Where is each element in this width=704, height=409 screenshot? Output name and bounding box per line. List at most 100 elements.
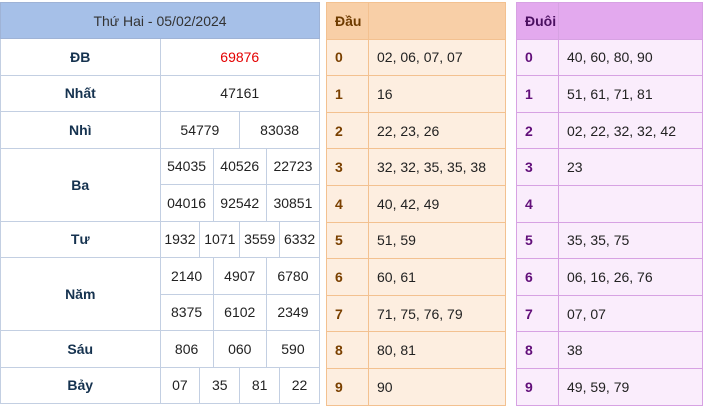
- head-digit-table: Đầu 0 02, 06, 07, 07 1 16 2 22, 23, 26 3 32, 32,…: [326, 2, 506, 406]
- dau-digit: 7: [326, 294, 369, 333]
- prize-number: 1932: [164, 231, 196, 248]
- prize-number: 2349: [265, 294, 319, 330]
- dau-digit: 2: [326, 111, 369, 150]
- prize-number: 40526: [212, 148, 266, 184]
- prize-row: Tư 1932 1071 3559 6332: [0, 220, 320, 258]
- prize-label: Sáu: [0, 330, 161, 368]
- dau-header-label: Đầu: [326, 2, 369, 40]
- prize-numbers: 1932 1071 3559 6332: [159, 220, 320, 258]
- prize-number: 22: [279, 367, 319, 403]
- prize-label: Ba: [0, 147, 161, 222]
- duoi-digit: 9: [516, 367, 559, 406]
- prize-number: 806: [174, 340, 199, 357]
- prize-number: 6332: [279, 221, 319, 257]
- duoi-row: 3 23: [516, 148, 703, 186]
- prize-label: Năm: [0, 257, 161, 331]
- duoi-values: 51, 61, 71, 81: [558, 75, 703, 113]
- prize-label: Nhì: [0, 111, 161, 149]
- dau-digit: 4: [326, 184, 369, 223]
- dau-digit: 8: [326, 331, 369, 369]
- prize-numbers: 54779 83038: [159, 111, 320, 149]
- tail-digit-table: Đuôi 0 40, 60, 80, 90 1 51, 61, 71, 81 2 02, 2…: [516, 2, 703, 406]
- prize-number: 6780: [265, 258, 319, 294]
- prize-numbers: 2140 4907 6780: [159, 257, 320, 295]
- duoi-values: 06, 16, 26, 76: [558, 258, 703, 296]
- dau-values: 60, 61: [368, 258, 506, 296]
- duoi-digit: 8: [516, 331, 559, 369]
- duoi-values: 40, 60, 80, 90: [558, 38, 703, 77]
- duoi-digit: 0: [516, 38, 559, 77]
- prize-numbers: 8375 6102 2349: [159, 293, 320, 331]
- prize-number: 3559: [239, 221, 279, 257]
- prize-row: Nhất 47161: [0, 74, 320, 112]
- duoi-values: 23: [558, 148, 703, 186]
- prize-row: ĐB 69876: [0, 38, 320, 76]
- dau-values: 71, 75, 76, 79: [368, 294, 506, 333]
- prize-numbers: 69876: [159, 38, 320, 76]
- duoi-digit: 2: [516, 111, 559, 150]
- prize-number: 07: [172, 377, 188, 394]
- dau-digit: 5: [326, 221, 369, 260]
- dau-header-blank: [368, 2, 506, 40]
- duoi-row: 6 06, 16, 26, 76: [516, 258, 703, 296]
- prize-number: 1071: [199, 221, 239, 257]
- prize-number: 47161: [220, 85, 260, 102]
- dau-values: 51, 59: [368, 221, 506, 260]
- prize-row: Năm 2140 4907 6780: [0, 257, 320, 331]
- dau-row: 0 02, 06, 07, 07: [326, 38, 506, 77]
- duoi-header-row: Đuôi: [516, 2, 703, 40]
- prize-numbers: 07 35 81 22: [159, 366, 320, 404]
- prize-numbers: 806 060 590: [159, 330, 320, 368]
- prize-row: Sáu 806 060 590: [0, 330, 320, 368]
- duoi-row: 0 40, 60, 80, 90: [516, 38, 703, 77]
- dau-row: 8 80, 81: [326, 331, 506, 369]
- duoi-header-blank: [558, 2, 703, 40]
- duoi-row: 8 38: [516, 331, 703, 369]
- duoi-values: 49, 59, 79: [558, 367, 703, 406]
- dau-row: 4 40, 42, 49: [326, 184, 506, 223]
- prize-number: 6102: [212, 294, 266, 330]
- prize-number: 35: [199, 367, 239, 403]
- prize-numbers: 04016 92542 30851: [159, 184, 320, 222]
- prize-number: 30851: [265, 185, 319, 221]
- prize-row: Ba 54035 40526 22723: [0, 147, 320, 222]
- dau-digit: 9: [326, 367, 369, 406]
- results-date-title: Thứ Hai - 05/02/2024: [0, 2, 320, 39]
- prize-row: Nhì 54779 83038: [0, 111, 320, 149]
- prize-numbers: 47161: [159, 74, 320, 112]
- duoi-digit: 5: [516, 221, 559, 260]
- prize-numbers: 54035 40526 22723: [159, 147, 320, 185]
- prize-number: 81: [239, 367, 279, 403]
- dau-row: 9 90: [326, 367, 506, 406]
- duoi-digit: 6: [516, 258, 559, 296]
- prize-number: 54035: [167, 158, 207, 175]
- dau-row: 7 71, 75, 76, 79: [326, 294, 506, 333]
- prize-number: 22723: [265, 148, 319, 184]
- duoi-row: 4: [516, 184, 703, 223]
- prize-label: Bảy: [0, 366, 161, 404]
- prize-number: 4907: [212, 258, 266, 294]
- dau-digit: 6: [326, 258, 369, 296]
- prize-number: 04016: [167, 194, 207, 211]
- duoi-row: 7 07, 07: [516, 294, 703, 333]
- prize-number: 060: [212, 331, 266, 367]
- dau-row: 3 32, 32, 35, 35, 38: [326, 148, 506, 186]
- duoi-values: 07, 07: [558, 294, 703, 333]
- results-header-row: Thứ Hai - 05/02/2024: [0, 2, 320, 39]
- prize-number: 54779: [180, 121, 220, 138]
- duoi-row: 9 49, 59, 79: [516, 367, 703, 406]
- duoi-digit: 1: [516, 75, 559, 113]
- duoi-values: [558, 184, 703, 223]
- prize-label: ĐB: [0, 38, 161, 76]
- prize-number: 590: [265, 331, 319, 367]
- duoi-row: 2 02, 22, 32, 32, 42: [516, 111, 703, 150]
- dau-values: 16: [368, 75, 506, 113]
- dau-values: 80, 81: [368, 331, 506, 369]
- prize-number: 2140: [171, 267, 203, 284]
- dau-values: 32, 32, 35, 35, 38: [368, 148, 506, 186]
- dau-row: 6 60, 61: [326, 258, 506, 296]
- dau-values: 02, 06, 07, 07: [368, 38, 506, 77]
- prize-label: Nhất: [0, 74, 161, 112]
- dau-digit: 0: [326, 38, 369, 77]
- lottery-results-table: Thứ Hai - 05/02/2024 ĐB 69876 Nhất 47161 Nhì 5…: [0, 2, 320, 404]
